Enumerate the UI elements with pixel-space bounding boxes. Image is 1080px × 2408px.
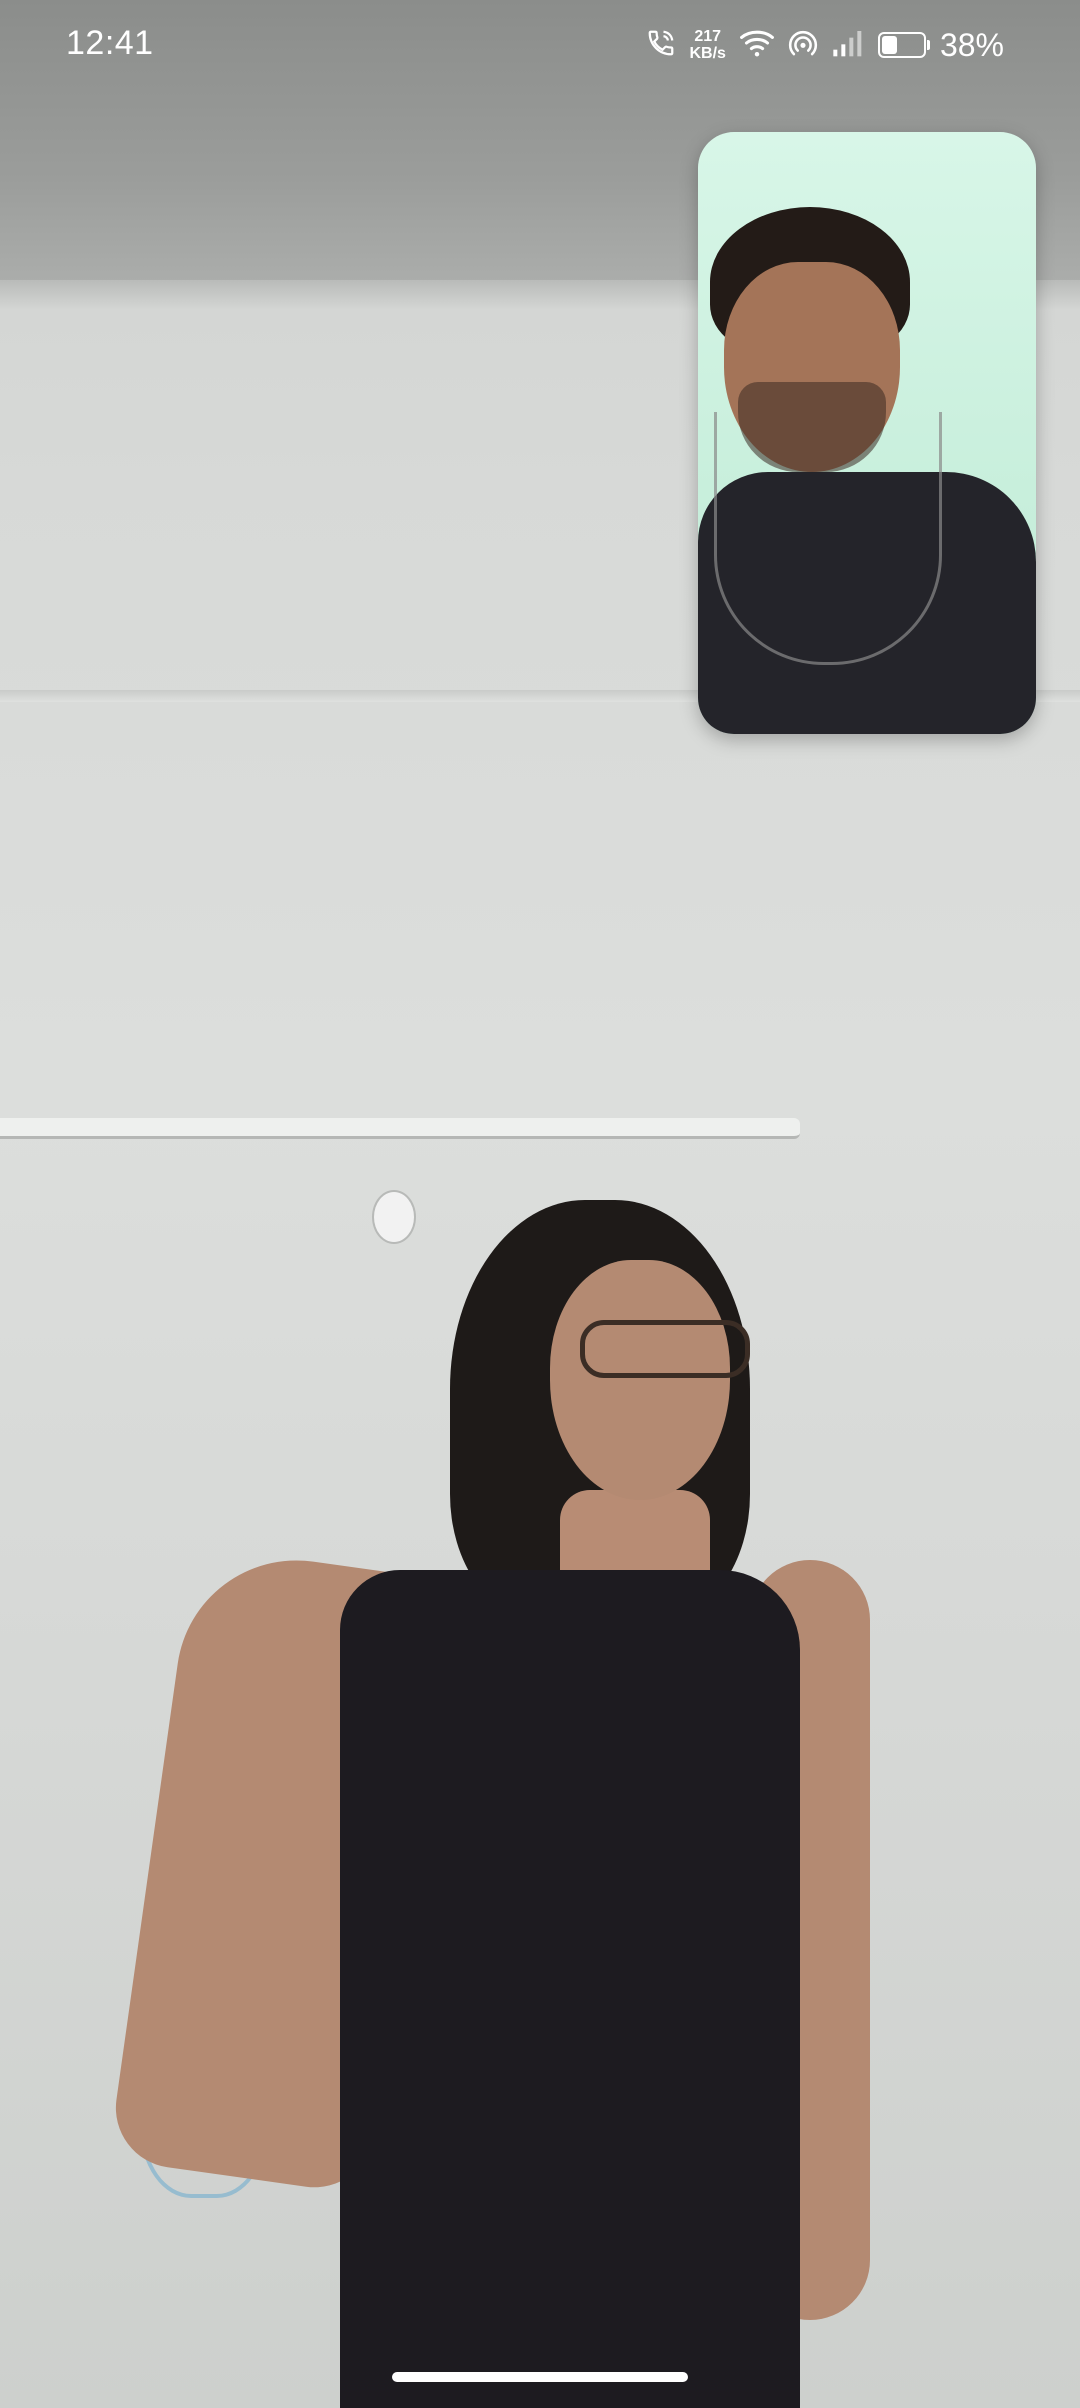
self-view-preview[interactable] (698, 132, 1036, 734)
network-speed-unit: KB/s (689, 45, 726, 62)
video-call-screen: 12:41 217 KB/s 38% (0, 0, 1080, 2408)
signal-icon (832, 29, 864, 62)
network-speed-value: 217 (694, 28, 722, 45)
remote-participant (108, 1200, 910, 2408)
battery-icon (877, 32, 930, 58)
home-indicator[interactable] (392, 2372, 688, 2382)
status-time: 12:41 (66, 24, 154, 62)
self-earphone-cable (714, 412, 942, 665)
wall-rail (0, 1118, 800, 1139)
participant-dress (340, 1570, 800, 2408)
status-icons: 217 KB/s 38% (646, 22, 1004, 68)
participant-glasses (580, 1320, 750, 1378)
battery-percent: 38% (939, 26, 1004, 63)
network-speed: 217 KB/s (690, 28, 726, 62)
status-bar: 12:41 217 KB/s 38% (0, 0, 1080, 90)
battery-fill (881, 36, 897, 54)
participant-face (550, 1260, 730, 1500)
wifi-icon (740, 29, 774, 62)
call-active-icon (646, 28, 676, 63)
hotspot-icon (788, 29, 818, 62)
